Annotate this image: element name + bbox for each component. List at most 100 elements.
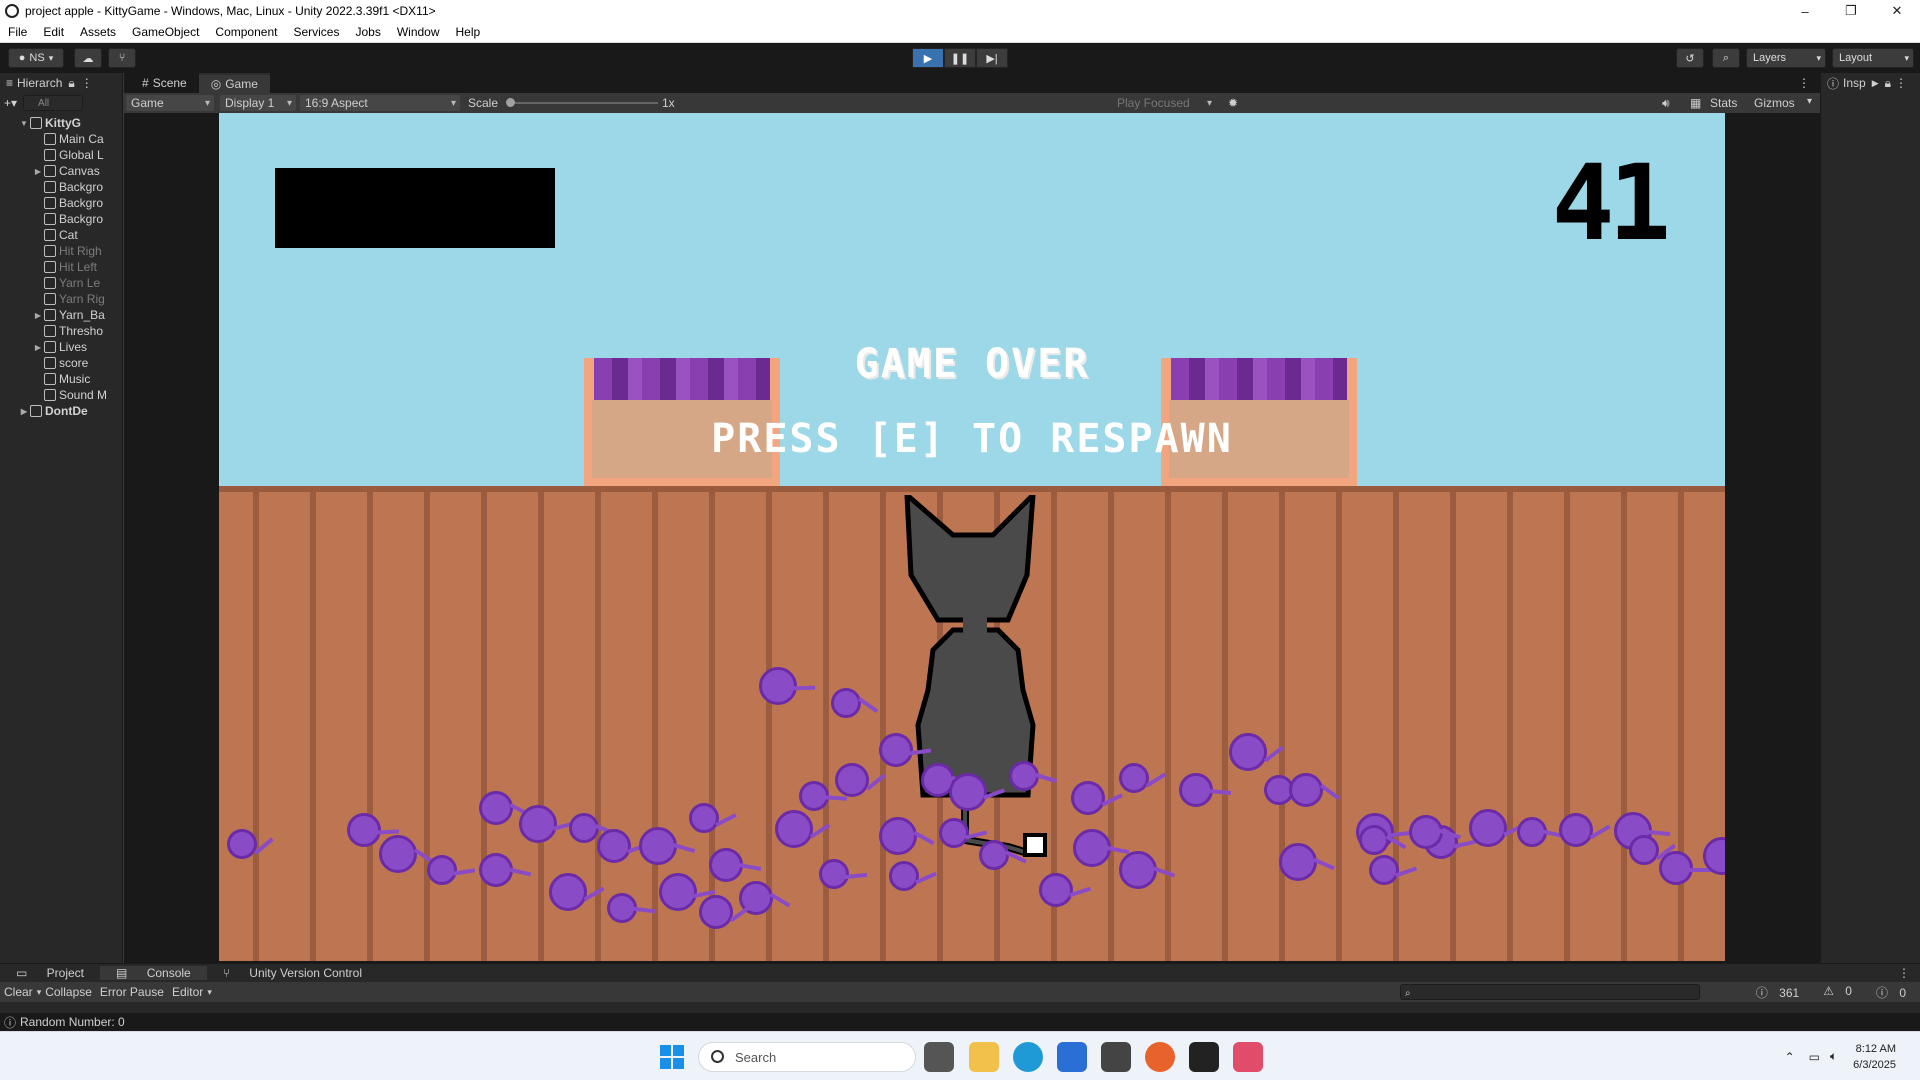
hierarchy-item[interactable]: Thresho (0, 323, 122, 339)
menu-edit[interactable]: Edit (35, 25, 72, 39)
taskbar-search[interactable]: Search (698, 1042, 916, 1072)
chevron-down-icon[interactable]: ▾ (207, 987, 212, 998)
scale-slider[interactable] (506, 98, 658, 107)
task-view-icon[interactable] (924, 1042, 954, 1072)
layers-dropdown[interactable]: Layers ▾ (1746, 48, 1826, 68)
menu-services[interactable]: Services (285, 25, 347, 39)
step-button[interactable]: ▶| (976, 48, 1008, 68)
stats-button[interactable]: Stats (1710, 96, 1737, 110)
hierarchy-tab[interactable]: ≡ Hierarch 🔒︎ ⋮ (0, 73, 122, 93)
menu-component[interactable]: Component (207, 25, 285, 39)
hierarchy-item[interactable]: Hit Left (0, 259, 122, 275)
expand-arrow-icon[interactable]: ▶ (32, 311, 44, 320)
hierarchy-item[interactable]: Main Ca (0, 131, 122, 147)
more-options-icon[interactable]: ⋮ (1895, 76, 1907, 90)
file-explorer-icon[interactable] (969, 1042, 999, 1072)
store-icon[interactable] (1057, 1042, 1087, 1072)
more-options-icon[interactable]: ⋮ (1890, 966, 1920, 980)
firefox-icon[interactable] (1145, 1042, 1175, 1072)
close-button[interactable]: ✕ (1874, 0, 1920, 22)
cloud-button[interactable]: ☁ (74, 48, 102, 68)
history-button[interactable]: ↺ (1676, 48, 1704, 68)
tab-console[interactable]: ▤ Console (100, 966, 207, 980)
add-icon[interactable]: +▾ (4, 96, 17, 110)
hierarchy-item[interactable]: Hit Righ (0, 243, 122, 259)
hierarchy-item[interactable]: Yarn Rig (0, 291, 122, 307)
hierarchy-item[interactable]: Global L (0, 147, 122, 163)
expand-arrow-icon[interactable]: ▼ (18, 119, 30, 128)
hierarchy-item[interactable]: Sound M (0, 387, 122, 403)
tab-version-control[interactable]: ⑂ Unity Version Control (207, 966, 378, 980)
aspect-dropdown[interactable]: 16:9 Aspect (300, 95, 460, 111)
status-message[interactable]: Random Number: 0 (20, 1015, 125, 1029)
warning-count[interactable]: ⚠ 0 (1815, 984, 1860, 1001)
hierarchy-item[interactable]: Backgro (0, 179, 122, 195)
chevron-up-icon[interactable]: ⌃ (1785, 1050, 1795, 1064)
pause-button[interactable]: ❚❚ (944, 48, 976, 68)
chevron-right-icon[interactable]: ▶ (1872, 78, 1879, 89)
lock-icon[interactable]: 🔒︎ (1885, 76, 1891, 91)
hierarchy-search-input[interactable]: All (23, 95, 84, 111)
play-button[interactable]: ▶ (912, 48, 944, 68)
network-icon[interactable]: ▭ (1809, 1050, 1820, 1064)
audio-icon[interactable]: 🔊︎ (1662, 96, 1670, 111)
hierarchy-item[interactable]: ▶ Canvas (0, 163, 122, 179)
expand-arrow-icon[interactable]: ▶ (18, 407, 30, 416)
console-search-input[interactable]: ⌕ (1400, 984, 1700, 1000)
editor-dropdown[interactable]: Editor (168, 985, 207, 999)
hierarchy-item[interactable]: Music (0, 371, 122, 387)
unity-editor-icon[interactable] (1189, 1042, 1219, 1072)
restore-button[interactable]: ❐ (1828, 0, 1874, 22)
error-count[interactable]: ⓘ 0 (1868, 984, 1914, 1001)
layout-dropdown[interactable]: Layout ▾ (1832, 48, 1914, 68)
tab-scene[interactable]: # Scene (130, 73, 199, 93)
hierarchy-item[interactable]: ▶ Lives (0, 339, 122, 355)
menu-window[interactable]: Window (389, 25, 448, 39)
info-count[interactable]: ⓘ 361 (1748, 984, 1807, 1001)
expand-arrow-icon[interactable]: ▶ (32, 167, 44, 176)
yarn-ball (1469, 809, 1507, 847)
hierarchy-item[interactable]: ▶ DontDe (0, 403, 122, 419)
clear-button[interactable]: Clear (0, 985, 37, 999)
game-viewport[interactable]: 41 GAME OVER PRESS [E] TO RESPAWN (219, 113, 1725, 961)
account-button[interactable]: ● NS ▾ (8, 48, 64, 68)
snipping-tool-icon[interactable] (1233, 1042, 1263, 1072)
gizmos-button[interactable]: Gizmos (1754, 96, 1795, 110)
menu-gameobject[interactable]: GameObject (124, 25, 207, 39)
hierarchy-item[interactable]: Cat (0, 227, 122, 243)
lock-icon[interactable]: 🔒︎ (68, 76, 74, 91)
hierarchy-item[interactable]: Backgro (0, 211, 122, 227)
menu-assets[interactable]: Assets (72, 25, 124, 39)
bug-icon[interactable]: ✹ (1228, 96, 1238, 110)
collapse-button[interactable]: Collapse (41, 985, 96, 999)
game-mode-dropdown[interactable]: Game (126, 95, 214, 111)
chevron-down-icon[interactable]: ▾ (1807, 96, 1812, 107)
expand-arrow-icon[interactable]: ▶ (32, 343, 44, 352)
edge-browser-icon[interactable] (1013, 1042, 1043, 1072)
tab-game[interactable]: ◎ Game (198, 73, 270, 93)
more-options-icon[interactable]: ⋮ (81, 76, 93, 90)
menu-help[interactable]: Help (448, 25, 489, 39)
display-dropdown[interactable]: Display 1 (220, 95, 296, 111)
more-options-icon[interactable]: ⋮ (1798, 76, 1810, 90)
minimize-button[interactable]: – (1782, 0, 1828, 22)
unity-hub-icon[interactable] (1101, 1042, 1131, 1072)
error-pause-button[interactable]: Error Pause (96, 985, 168, 999)
play-focused-dropdown[interactable]: Play Focused (1112, 95, 1216, 111)
scale-slider-handle[interactable] (506, 98, 515, 107)
clock[interactable]: 8:12 AM 6/3/2025 (1853, 1041, 1920, 1073)
stats-grid-icon[interactable]: ▦ (1690, 96, 1701, 110)
inspector-tab[interactable]: ⓘ Insp ▶ 🔒︎ ⋮ (1821, 73, 1920, 93)
menu-jobs[interactable]: Jobs (347, 25, 388, 39)
volume-icon[interactable]: 🔈︎ (1830, 1049, 1837, 1064)
start-button[interactable] (660, 1045, 684, 1069)
hierarchy-item[interactable]: ▼ KittyG (0, 115, 122, 131)
hierarchy-item[interactable]: score (0, 355, 122, 371)
search-button[interactable]: ⌕ (1712, 48, 1740, 68)
menu-file[interactable]: File (0, 25, 35, 39)
tab-project[interactable]: ▭ Project (0, 966, 100, 980)
hierarchy-item[interactable]: Yarn Le (0, 275, 122, 291)
hierarchy-item[interactable]: Backgro (0, 195, 122, 211)
version-control-button[interactable]: ⑂ (108, 48, 136, 68)
hierarchy-item[interactable]: ▶ Yarn_Ba (0, 307, 122, 323)
